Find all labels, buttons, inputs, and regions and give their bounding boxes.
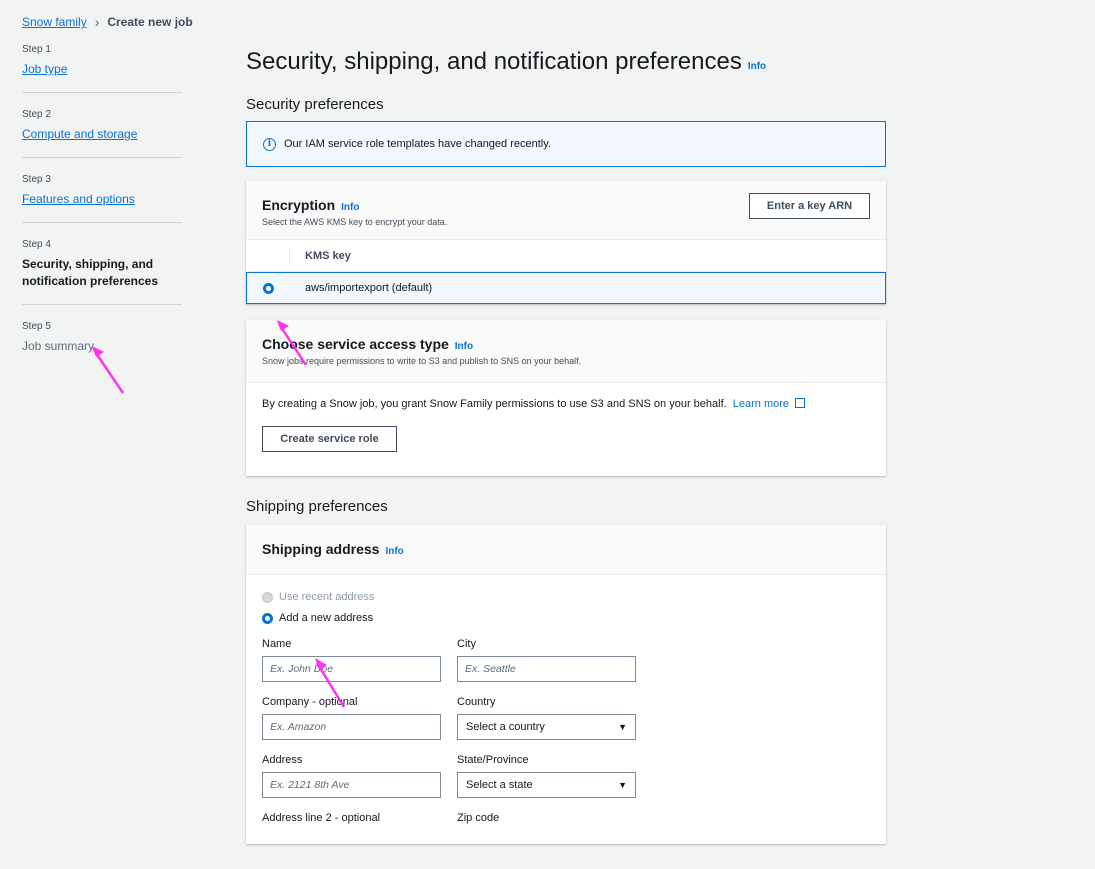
encryption-title-text: Encryption (262, 197, 336, 213)
chevron-right-icon: › (94, 14, 100, 30)
zip-label: Zip code (457, 812, 500, 824)
city-input[interactable]: Ex. Seattle (457, 656, 636, 682)
step-link-compute-storage[interactable]: Compute and storage (22, 127, 137, 141)
service-access-container: Choose service access type Info Snow job… (246, 320, 886, 476)
shipping-address-header: Shipping address Info (246, 525, 886, 575)
service-access-title-text: Choose service access type (262, 336, 449, 352)
step-4: Step 4 Security, shipping, and notificat… (22, 239, 182, 305)
info-circle-icon: i (263, 137, 276, 151)
country-select[interactable]: Select a country ▼ (457, 714, 636, 740)
step-number: Step 3 (22, 174, 51, 185)
zip-field-group: Zip code (457, 812, 636, 830)
alert-text: Our IAM service role templates have chan… (284, 138, 551, 150)
kms-key-row[interactable]: aws/importexport (default) (246, 272, 886, 304)
encryption-container: Encryption Info Select the AWS KMS key t… (246, 181, 886, 304)
service-access-text: By creating a Snow job, you grant Snow F… (262, 397, 870, 410)
step-link-job-type[interactable]: Job type (22, 62, 67, 76)
encryption-info-link[interactable]: Info (341, 202, 359, 213)
step-number: Step 1 (22, 44, 51, 55)
page-title: Security, shipping, and notification pre… (246, 48, 886, 76)
state-select-value: Select a state (466, 779, 533, 791)
kms-key-value: aws/importexport (default) (305, 282, 433, 294)
shipping-address-container: Shipping address Info Use recent address… (246, 525, 886, 844)
city-field-group: City Ex. Seattle (457, 638, 636, 682)
country-label: Country (457, 696, 496, 708)
shipping-address-body: Use recent address Add a new address Nam… (246, 575, 886, 844)
city-label: City (457, 638, 476, 650)
step-number: Step 2 (22, 109, 51, 120)
use-recent-address-label: Use recent address (279, 591, 375, 603)
add-new-address-label: Add a new address (279, 612, 374, 624)
address-form: Name Ex. John Doe City Ex. Seattle Compa… (262, 638, 870, 844)
create-service-role-button[interactable]: Create service role (262, 426, 397, 452)
service-access-description: Snow jobs require permissions to write t… (262, 356, 582, 366)
learn-more-link[interactable]: Learn more (733, 398, 789, 410)
state-label: State/Province (457, 754, 529, 766)
state-field-group: State/Province Select a state ▼ (457, 754, 636, 798)
external-link-icon (795, 398, 806, 408)
use-recent-address-option: Use recent address (262, 591, 870, 603)
company-label: Company - optional (262, 696, 358, 708)
step-link-features-options[interactable]: Features and options (22, 192, 135, 206)
company-input[interactable]: Ex. Amazon (262, 714, 441, 740)
step-2: Step 2 Compute and storage (22, 109, 182, 158)
caret-down-icon: ▼ (618, 780, 627, 790)
service-access-body: By creating a Snow job, you grant Snow F… (246, 383, 886, 476)
address-label: Address (262, 754, 303, 766)
page-title-text: Security, shipping, and notification pre… (246, 48, 742, 75)
shipping-heading: Shipping preferences (246, 498, 388, 515)
wizard-steps: Step 1 Job type Step 2 Compute and stora… (22, 44, 182, 385)
state-select[interactable]: Select a state ▼ (457, 772, 636, 798)
name-input[interactable]: Ex. John Doe (262, 656, 441, 682)
breadcrumb: Snow family › Create new job (22, 14, 193, 30)
address2-label: Address line 2 - optional (262, 812, 381, 824)
name-label: Name (262, 638, 292, 650)
service-access-info-link[interactable]: Info (455, 341, 473, 352)
shipping-address-title: Shipping address Info (262, 541, 870, 557)
caret-down-icon: ▼ (618, 722, 627, 732)
service-access-body-text: By creating a Snow job, you grant Snow F… (262, 398, 727, 410)
info-alert: i Our IAM service role templates have ch… (246, 121, 886, 167)
step-number: Step 5 (22, 321, 51, 332)
use-recent-address-radio (262, 591, 273, 603)
kms-key-radio[interactable] (263, 282, 274, 294)
step-number: Step 4 (22, 239, 51, 250)
address2-field-group: Address line 2 - optional (262, 812, 441, 830)
enter-key-arn-button[interactable]: Enter a key ARN (749, 193, 870, 219)
breadcrumb-current: Create new job (107, 15, 193, 29)
step-1: Step 1 Job type (22, 44, 182, 93)
page-info-link[interactable]: Info (748, 61, 766, 72)
security-heading: Security preferences (246, 96, 384, 113)
shipping-address-info-link[interactable]: Info (385, 546, 403, 557)
step-current-label: Security, shipping, and notification pre… (22, 257, 159, 288)
step-3: Step 3 Features and options (22, 174, 182, 223)
shipping-address-title-text: Shipping address (262, 541, 380, 557)
add-new-address-radio[interactable] (262, 612, 273, 624)
encryption-header: Encryption Info Select the AWS KMS key t… (246, 181, 886, 240)
service-access-header: Choose service access type Info Snow job… (246, 320, 886, 383)
service-access-title: Choose service access type Info (262, 336, 870, 352)
step-disabled-label: Job summary (22, 339, 95, 353)
company-field-group: Company - optional Ex. Amazon (262, 696, 441, 740)
country-select-value: Select a country (466, 721, 545, 733)
address-input[interactable]: Ex. 2121 8th Ave (262, 772, 441, 798)
address-field-group: Address Ex. 2121 8th Ave (262, 754, 441, 798)
country-field-group: Country Select a country ▼ (457, 696, 636, 740)
breadcrumb-snow-family[interactable]: Snow family (22, 15, 87, 29)
add-new-address-option[interactable]: Add a new address (262, 612, 870, 624)
main-content: Security, shipping, and notification pre… (246, 44, 886, 844)
step-5: Step 5 Job summary (22, 321, 182, 369)
name-field-group: Name Ex. John Doe (262, 638, 441, 682)
kms-key-column-header: KMS key (246, 240, 886, 272)
